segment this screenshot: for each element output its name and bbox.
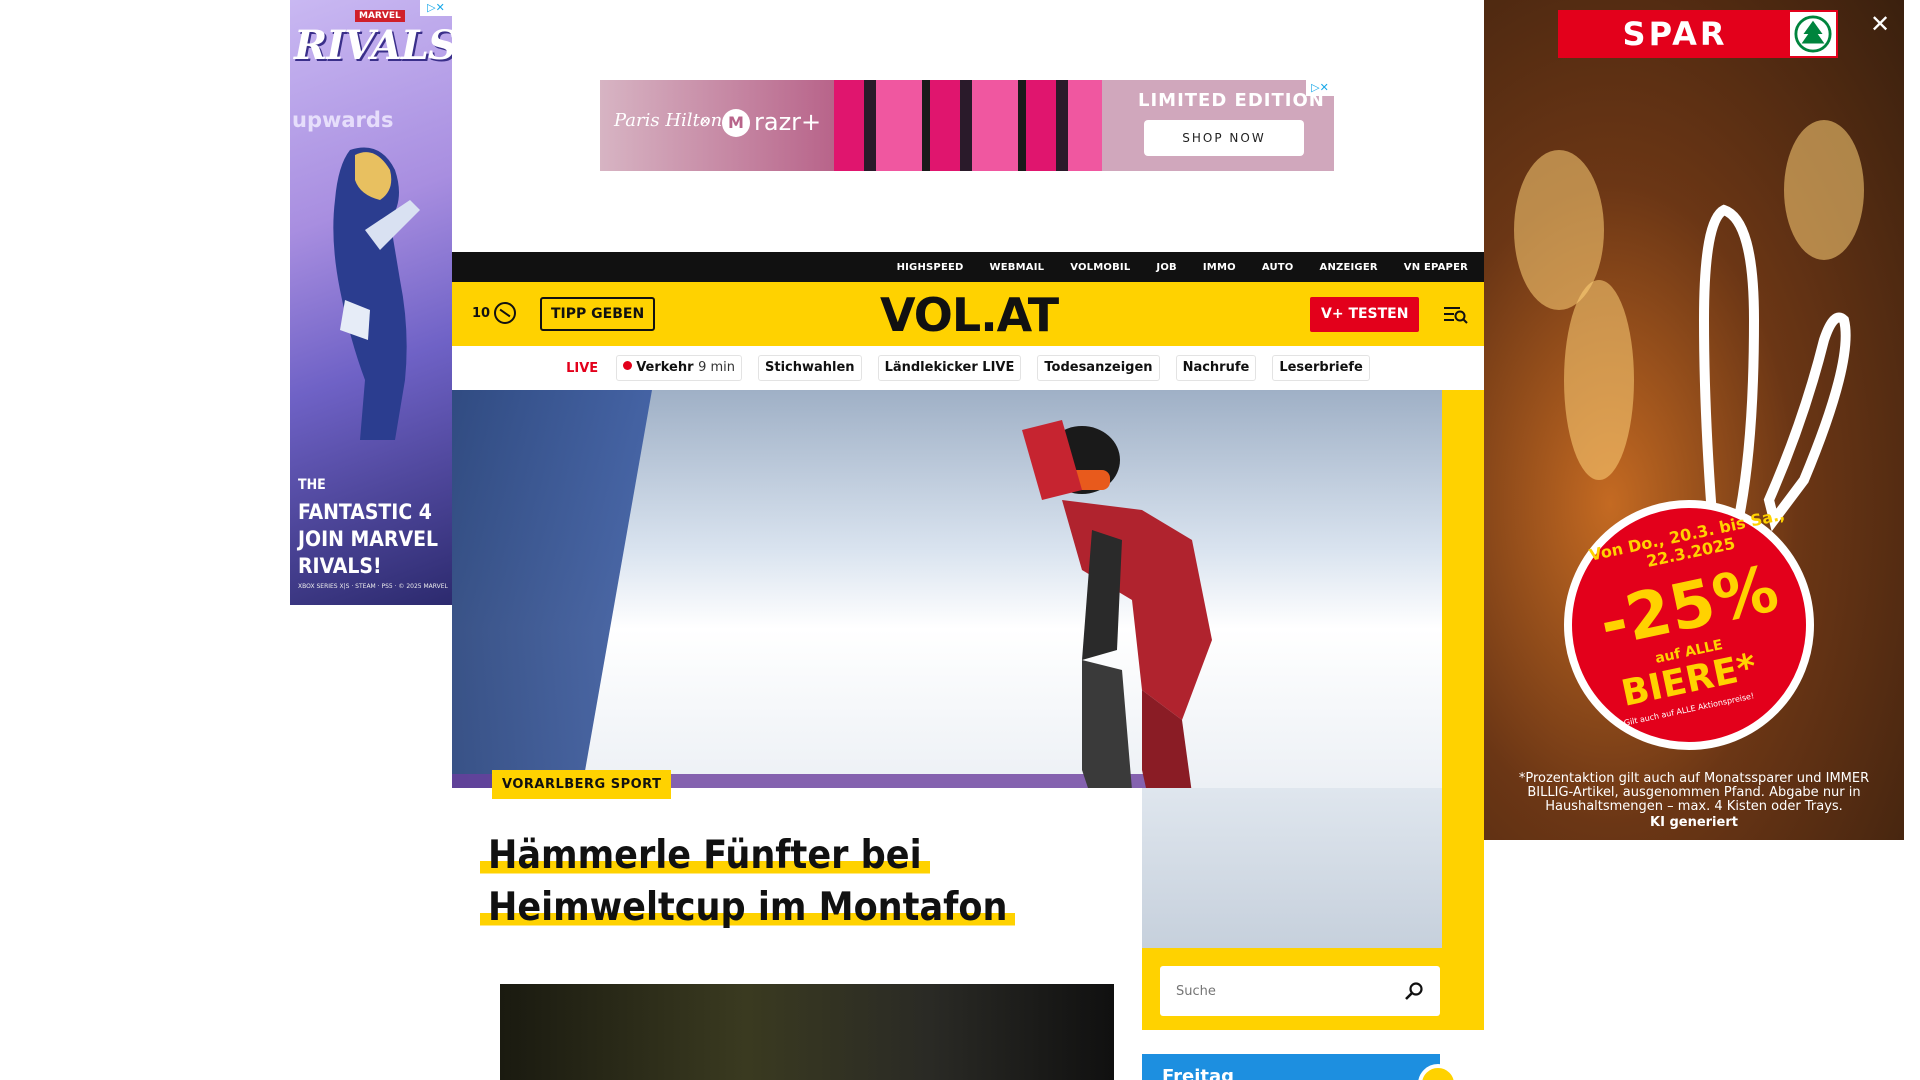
quicknav-item[interactable]: Leserbriefe [1272, 355, 1370, 381]
spar-logo: SPAR [1558, 10, 1838, 58]
adchoices-icon[interactable]: ▷✕ [420, 0, 452, 16]
close-ad-icon[interactable]: ✕ [1866, 10, 1894, 38]
quicknav-item[interactable]: Stichwahlen [758, 355, 862, 381]
topbar-link[interactable]: VN EPAPER [1404, 262, 1468, 273]
search-field [1160, 966, 1440, 1016]
topbar-link[interactable]: IMMO [1203, 262, 1236, 273]
site-container: HIGHSPEED WEBMAIL VOLMOBIL JOB IMMO AUTO ANZEI… [452, 252, 1484, 1080]
top-banner-ad[interactable]: Paris Hilton × Mrazr+ LIMITED EDITION SH… [600, 80, 1334, 171]
site-header: 10 TIPP GEBEN VOL.AT V+ TESTEN [452, 282, 1484, 346]
sidebar-yellow-strip [1442, 390, 1484, 1030]
ad-upwards-tag: upwards [292, 108, 394, 132]
weather-forecast-card[interactable]: Freitag [1142, 1054, 1458, 1080]
ad-collab-x: × [700, 114, 711, 128]
ad-caption: THE FANTASTIC 4 JOIN MARVEL RIVALS! [298, 477, 439, 578]
topbar-link[interactable]: VOLMOBIL [1070, 262, 1130, 273]
weather-icon [494, 302, 517, 324]
search-input[interactable] [1176, 983, 1396, 999]
quicknav-item[interactable]: Todesanzeigen [1037, 355, 1160, 381]
ad-fineprint: *Prozentaktion gilt auch auf Monatsspare… [1518, 771, 1870, 814]
topbar-link[interactable]: ANZEIGER [1320, 262, 1378, 273]
search-icon[interactable] [1404, 981, 1424, 1001]
sidebar-search [1142, 948, 1484, 1030]
motorola-icon: M [722, 109, 750, 137]
topbar-link[interactable]: WEBMAIL [990, 262, 1045, 273]
ad-shop-now-button[interactable]: SHOP NOW [1144, 120, 1304, 156]
ad-rivals-title: RIVALS [294, 22, 452, 69]
lead-article-image[interactable] [452, 390, 1442, 788]
article-category[interactable]: VORARLBERG SPORT [492, 770, 672, 799]
service-topbar: HIGHSPEED WEBMAIL VOLMOBIL JOB IMMO AUTO ANZEI… [452, 252, 1484, 282]
quicknav-item[interactable]: Ländlekicker LIVE [877, 355, 1022, 381]
lead-article-image-continuation[interactable] [1142, 788, 1442, 948]
left-skyscraper-ad[interactable]: ▷✕ MARVEL RIVALS upwards THE FANTASTIC 4… [290, 0, 452, 605]
tipp-geben-button[interactable]: TIPP GEBEN [540, 297, 656, 331]
right-skyscraper-ad[interactable]: SPAR Von Do., 20.3. bis Sa., 22.3.2025 -… [1484, 0, 1904, 840]
ad-brand-panel: Paris Hilton × Mrazr+ [600, 80, 834, 171]
site-logo[interactable]: VOL.AT [880, 288, 1059, 342]
ad-limited-edition: LIMITED EDITION [1138, 90, 1325, 111]
ad-product-images [834, 80, 1102, 171]
ad-razr-logo: Mrazr+ [722, 108, 821, 137]
lead-article[interactable]: VORARLBERG SPORT Hämmerle Fünfter bei He… [452, 390, 1484, 1080]
ad-hero-illustration [333, 147, 420, 440]
adchoices-icon[interactable]: ▷✕ [1306, 80, 1334, 96]
topbar-link[interactable]: AUTO [1262, 262, 1294, 273]
sun-icon [1418, 1064, 1458, 1080]
live-dot-icon [623, 361, 633, 370]
ad-cta-panel: LIMITED EDITION SHOP NOW [1102, 80, 1334, 171]
forecast-day: Freitag [1162, 1066, 1235, 1080]
weather-temperature: 10 [472, 305, 491, 321]
quick-navigation: LIVE Verkehr 9 min Stichwahlen Ländlekic… [452, 346, 1484, 390]
quicknav-item[interactable]: Nachrufe [1175, 355, 1257, 381]
menu-search-icon[interactable] [1444, 304, 1468, 324]
vplus-testen-button[interactable]: V+ TESTEN [1310, 297, 1420, 332]
live-label: LIVE [566, 360, 599, 376]
ad-marvel-logo: MARVEL [355, 10, 405, 22]
article-headline[interactable]: Hämmerle Fünfter bei Heimweltcup im Mont… [480, 830, 1120, 934]
ad-ki-note: KI generiert [1650, 815, 1738, 830]
weather-widget[interactable]: 10 [472, 302, 517, 324]
topbar-link[interactable]: JOB [1156, 262, 1176, 273]
snowboarder-illustration [1022, 420, 1212, 788]
page: ▷✕ MARVEL RIVALS upwards THE FANTASTIC 4… [0, 0, 1920, 1080]
secondary-article-image[interactable] [500, 984, 1114, 1080]
live-traffic-pill[interactable]: Verkehr 9 min [616, 355, 742, 381]
ad-platforms: XBOX SERIES X|S · STEAM · PS5 · © 2025 M… [298, 583, 448, 590]
discount-badge: Von Do., 20.3. bis Sa., 22.3.2025 -25% a… [1564, 500, 1814, 750]
topbar-link[interactable]: HIGHSPEED [897, 262, 964, 273]
spar-tree-icon [1790, 12, 1836, 56]
